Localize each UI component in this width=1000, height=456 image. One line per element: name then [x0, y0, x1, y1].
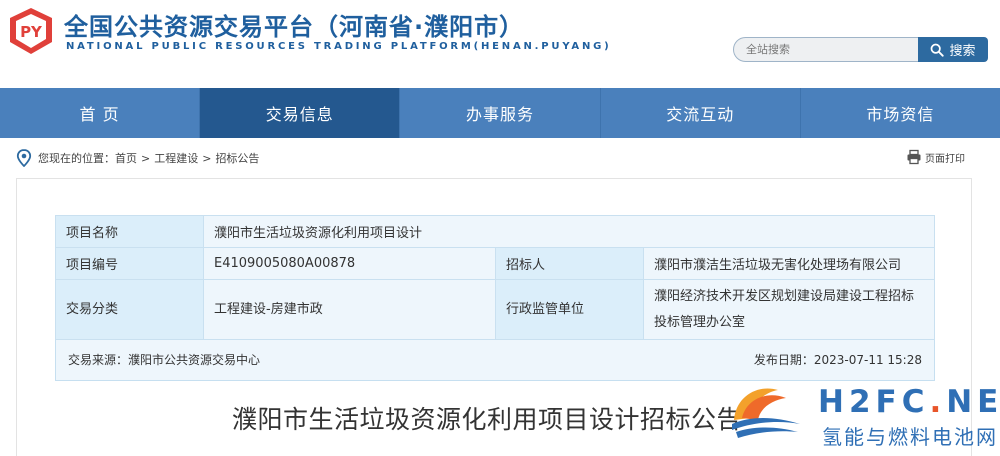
- publish-date: 发布日期：2023-07-11 15:28: [753, 352, 922, 367]
- search-icon: [931, 43, 945, 57]
- breadcrumb-engineering[interactable]: 工程建设: [154, 150, 198, 166]
- print-label: 页面打印: [925, 153, 965, 165]
- supervisor-label: 行政监管单位: [495, 279, 644, 340]
- nav-item-home[interactable]: 首 页: [0, 88, 201, 138]
- tenderer-value: 濮阳市濮洁生活垃圾无害化处理场有限公司: [643, 247, 935, 280]
- announcement-title: 濮阳市生活垃圾资源化利用项目设计招标公告: [232, 405, 743, 434]
- site-header: PY 全国公共资源交易平台（河南省·濮阳市） NATIONAL PUBLIC R…: [0, 0, 1000, 88]
- site-title: 全国公共资源交易平台（河南省·濮阳市）: [64, 13, 525, 41]
- project-name-label: 项目名称: [55, 215, 204, 248]
- breadcrumb-home[interactable]: 首页: [115, 150, 137, 166]
- breadcrumb-prefix: 您现在的位置：: [38, 152, 115, 165]
- tenderer-label: 招标人: [495, 247, 644, 280]
- h2fc-watermark-logo-icon: [732, 388, 800, 438]
- table-row: 项目编号 E4109005080A00878 招标人 濮阳市濮洁生活垃圾无害化处…: [55, 247, 935, 280]
- info-footer: 交易来源：濮阳市公共资源交易中心 发布日期：2023-07-11 15:28: [56, 341, 934, 377]
- site-logo-icon[interactable]: PY: [6, 6, 56, 56]
- table-row: 交易分类 工程建设-房建市政 行政监管单位 濮阳经济技术开发区规划建设局建设工程…: [55, 279, 935, 340]
- table-row: 项目名称 濮阳市生活垃圾资源化利用项目设计: [55, 215, 935, 248]
- search-button-label: 搜索: [949, 44, 976, 59]
- project-name-value: 濮阳市生活垃圾资源化利用项目设计: [203, 215, 935, 248]
- nav-item-interaction[interactable]: 交流互动: [601, 88, 801, 138]
- project-no-label: 项目编号: [55, 247, 204, 280]
- printer-icon: [907, 149, 921, 165]
- category-label: 交易分类: [55, 279, 204, 340]
- project-info-box: 项目名称 濮阳市生活垃圾资源化利用项目设计 项目编号 E4109005080A0…: [55, 215, 935, 381]
- breadcrumb-current: 招标公告: [215, 152, 260, 165]
- search-box: [733, 37, 919, 62]
- breadcrumb: 您现在的位置： 首页 > 工程建设 > 招标公告: [16, 148, 259, 168]
- watermark-brand-a: H2FC: [818, 384, 930, 420]
- h2fc-watermark-brand: H2FC.NET: [818, 384, 1000, 420]
- print-page-button[interactable]: 页面打印: [906, 149, 965, 165]
- search-input[interactable]: [734, 38, 918, 61]
- breadcrumb-separator: >: [141, 151, 151, 165]
- trade-source: 交易来源：濮阳市公共资源交易中心: [68, 352, 261, 367]
- nav-item-services[interactable]: 办事服务: [400, 88, 601, 138]
- svg-text:PY: PY: [20, 23, 43, 41]
- watermark-brand-b: NET: [946, 384, 1000, 420]
- project-no-value: E4109005080A00878: [203, 247, 496, 280]
- main-nav: 首 页 交易信息 办事服务 交流互动 市场资信: [0, 88, 1000, 138]
- site-title-english: NATIONAL PUBLIC RESOURCES TRADING PLATFO…: [66, 41, 612, 52]
- supervisor-value: 濮阳经济技术开发区规划建设局建设工程招标投标管理办公室: [643, 279, 935, 340]
- project-info-table: 项目名称 濮阳市生活垃圾资源化利用项目设计 项目编号 E4109005080A0…: [55, 215, 935, 340]
- watermark-brand-dot: .: [929, 384, 947, 420]
- breadcrumb-separator: >: [202, 151, 212, 165]
- nav-item-trading-info[interactable]: 交易信息: [200, 88, 401, 138]
- nav-item-market-credit[interactable]: 市场资信: [801, 88, 1000, 138]
- h2fc-watermark-subtitle: 氢能与燃料电池网: [822, 425, 998, 449]
- location-pin-icon: [16, 149, 32, 167]
- category-value: 工程建设-房建市政: [203, 279, 496, 340]
- search-button[interactable]: 搜索: [918, 37, 988, 62]
